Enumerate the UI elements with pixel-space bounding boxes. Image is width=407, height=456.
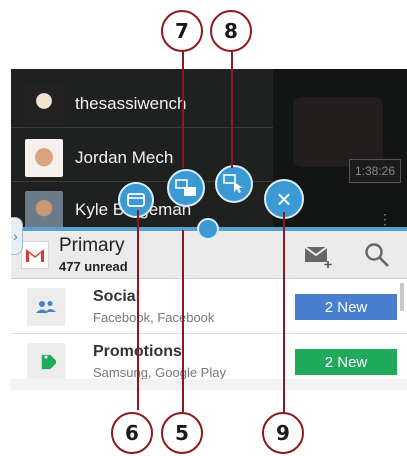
split-screen: 1:38:26 thesassiwench Jordan Mech Kyle B… <box>11 69 407 390</box>
category-senders: Facebook, Facebook <box>93 310 215 325</box>
switch-windows-button[interactable] <box>167 169 205 207</box>
callout-9: 9 <box>262 412 304 454</box>
user-name: thesassiwench <box>75 94 187 113</box>
user-row-jordan[interactable]: Jordan Mech <box>25 135 173 181</box>
tag-icon <box>27 343 65 381</box>
user-row-thesassiwench[interactable]: thesassiwench <box>25 81 187 127</box>
callout-5: 5 <box>161 412 203 454</box>
video-panel: 1:38:26 thesassiwench Jordan Mech Kyle B… <box>11 69 407 229</box>
people-icon <box>27 288 65 326</box>
list-footer <box>11 379 407 390</box>
user-name: Jordan Mech <box>75 148 174 167</box>
close-icon: × <box>276 183 292 214</box>
video-thumbnail <box>293 97 383 167</box>
new-badge: 2 New <box>295 294 397 320</box>
compose-icon[interactable] <box>303 243 335 274</box>
video-duration: 1:38:26 <box>349 159 401 183</box>
tray-expand-icon[interactable]: › <box>11 217 23 255</box>
avatar <box>25 85 63 123</box>
search-icon[interactable] <box>363 241 391 274</box>
full-screen-button[interactable] <box>118 182 154 218</box>
callout-6: 6 <box>111 412 153 454</box>
row-divider <box>11 127 273 128</box>
callout-8-leader <box>231 50 233 168</box>
overflow-menu-icon[interactable]: ⋮ <box>378 211 392 228</box>
switch-windows-icon <box>175 179 196 196</box>
callout-6-leader <box>137 210 139 410</box>
unread-count: 477 unread <box>59 259 128 274</box>
category-senders: Samsung, Google Play <box>93 365 226 380</box>
avatar <box>25 191 63 229</box>
callout-9-label: 9 <box>276 421 290 445</box>
callout-7-label: 7 <box>175 19 189 43</box>
callout-8-label: 8 <box>224 19 238 43</box>
drag-content-button[interactable] <box>215 165 253 203</box>
divider-handle[interactable] <box>197 218 219 240</box>
callout-7: 7 <box>161 10 203 52</box>
scrollbar[interactable] <box>400 283 404 311</box>
avatar <box>25 139 63 177</box>
full-screen-icon <box>127 193 145 207</box>
new-badge: 2 New <box>295 349 397 375</box>
label-title[interactable]: Primary <box>59 235 124 257</box>
category-row-social[interactable]: Social Facebook, Facebook 2 New <box>11 280 407 334</box>
drag-content-icon <box>223 174 243 193</box>
callout-5-label: 5 <box>175 421 189 445</box>
gmail-logo-icon[interactable] <box>21 241 49 269</box>
callout-8: 8 <box>210 10 252 52</box>
callout-5-leader <box>182 230 184 412</box>
category-title: Social <box>93 288 141 305</box>
callout-9-leader <box>283 212 285 412</box>
callout-7-leader <box>182 50 184 168</box>
callout-6-label: 6 <box>125 421 139 445</box>
